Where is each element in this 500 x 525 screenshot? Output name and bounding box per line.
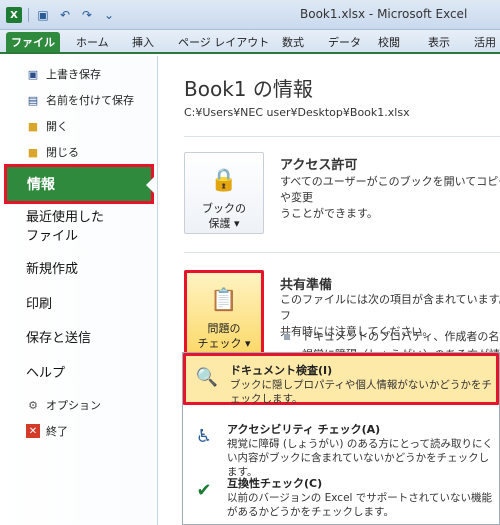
undo-icon[interactable]: ↶ bbox=[57, 7, 73, 23]
menu-item-desc: ブックに隠しプロパティや個人情報がないかどうかをチェックします。 bbox=[230, 379, 492, 405]
nav-close-label: 閉じる bbox=[46, 146, 79, 159]
menu-item-title: ドキュメント検査(I) bbox=[230, 364, 333, 377]
nav-save-send[interactable]: 保存と送信 bbox=[26, 327, 91, 346]
nav-options-label: オプション bbox=[46, 399, 101, 412]
title-bar: X ▣ ↶ ↷ ⌄ Book1.xlsx - Microsoft Excel bbox=[0, 0, 500, 30]
prepare-title: 共有準備 bbox=[280, 278, 333, 293]
exit-icon: ✕ bbox=[26, 424, 40, 438]
nav-help[interactable]: ヘルプ bbox=[26, 362, 65, 381]
nav-print[interactable]: 印刷 bbox=[26, 293, 52, 312]
save-icon[interactable]: ▣ bbox=[35, 7, 51, 23]
options-icon: ⚙ bbox=[28, 398, 38, 412]
menu-item-title: 互換性チェック(C) bbox=[227, 477, 323, 490]
menu-item-desc: 以前のバージョンの Excel でサポートされていない機能があるかどうかをチェッ… bbox=[227, 492, 492, 518]
separator bbox=[28, 8, 29, 22]
nav-save-label: 上書き保存 bbox=[46, 68, 101, 81]
compatibility-check-icon: ✔ bbox=[196, 479, 212, 501]
menu-item-compatibility-check[interactable]: ✔ 互換性チェック(C) 以前のバージョンの Excel でサポートされていない… bbox=[183, 469, 499, 521]
file-path: C:¥Users¥NEC user¥Desktop¥Book1.xlsx bbox=[184, 106, 410, 119]
tab-formulas[interactable]: 数式 bbox=[282, 34, 304, 50]
nav-open[interactable]: ■ 開く bbox=[26, 118, 68, 134]
selected-arrow-icon bbox=[146, 177, 154, 193]
prepare-bullet: ドキュメントのプロパティ、作成者の名前 bbox=[284, 328, 500, 344]
permissions-title: アクセス許可 bbox=[280, 158, 358, 173]
nav-recent[interactable]: 最近使用した ファイル bbox=[26, 208, 104, 246]
divider bbox=[184, 136, 500, 137]
redo-icon[interactable]: ↷ bbox=[79, 7, 95, 23]
menu-item-inspect-document[interactable]: 🔍 ドキュメント検査(I) ブックに隠しプロパティや個人情報がないかどうかをチェ… bbox=[183, 353, 499, 405]
customize-qat-icon[interactable]: ⌄ bbox=[101, 7, 117, 23]
tab-data[interactable]: データ bbox=[328, 34, 361, 50]
ribbon-tabs: ファイル ホーム 挿入 ページ レイアウト 数式 データ 校閲 表示 活用 bbox=[0, 30, 500, 54]
tab-utilize[interactable]: 活用 bbox=[474, 34, 496, 50]
quick-access-toolbar: X ▣ ↶ ↷ ⌄ bbox=[6, 7, 117, 23]
bullet-icon bbox=[284, 334, 290, 340]
nav-info[interactable]: 情報 bbox=[4, 164, 154, 204]
backstage-nav: ▣ 上書き保存 ▤ 名前を付けて保存 ■ 開く ■ 閉じる 情報 最近使用した … bbox=[0, 56, 158, 525]
folder-open-icon: ■ bbox=[27, 119, 39, 133]
lock-key-icon: 🔒 bbox=[210, 167, 238, 193]
checklist-icon: 📋 bbox=[210, 287, 238, 313]
check-issues-button[interactable]: 📋 問題の チェック ▾ bbox=[184, 270, 264, 356]
tab-home[interactable]: ホーム bbox=[76, 34, 109, 50]
bullet-text: ドキュメントのプロパティ、作成者の名前 bbox=[302, 330, 500, 343]
folder-close-icon: ■ bbox=[27, 145, 39, 159]
tab-review[interactable]: 校閲 bbox=[378, 34, 400, 50]
save-icon: ▣ bbox=[27, 67, 39, 81]
nav-options[interactable]: ⚙ オプション bbox=[26, 397, 101, 413]
permissions-text: すべてのユーザーがこのブックを開いてコピーや変更 うことができます。 bbox=[280, 175, 500, 220]
nav-save-as[interactable]: ▤ 名前を付けて保存 bbox=[26, 92, 134, 108]
tab-file[interactable]: ファイル bbox=[6, 32, 60, 52]
tab-insert[interactable]: 挿入 bbox=[132, 34, 154, 50]
menu-item-accessibility-check[interactable]: ♿ アクセシビリティ チェック(A) 視覚に障碍 (しょうがい) のある方にとっ… bbox=[183, 415, 499, 478]
nav-info-label: 情報 bbox=[27, 177, 55, 193]
nav-save[interactable]: ▣ 上書き保存 bbox=[26, 66, 101, 82]
tab-view[interactable]: 表示 bbox=[428, 34, 450, 50]
nav-save-as-label: 名前を付けて保存 bbox=[46, 94, 134, 107]
protect-workbook-label: ブックの 保護 ▾ bbox=[202, 202, 246, 230]
nav-open-label: 開く bbox=[46, 120, 68, 133]
excel-app-icon[interactable]: X bbox=[6, 7, 22, 23]
save-as-icon: ▤ bbox=[27, 93, 39, 107]
check-issues-label: 問題の チェック ▾ bbox=[197, 322, 251, 350]
page-title: Book1 の情報 bbox=[184, 77, 313, 101]
nav-exit-label: 終了 bbox=[46, 425, 68, 438]
menu-item-title: アクセシビリティ チェック(A) bbox=[227, 423, 381, 436]
inspect-document-icon: 🔍 bbox=[195, 366, 219, 388]
nav-new[interactable]: 新規作成 bbox=[26, 258, 78, 277]
accessibility-icon: ♿ bbox=[195, 425, 213, 447]
nav-exit[interactable]: ✕ 終了 bbox=[26, 423, 68, 439]
divider bbox=[184, 252, 500, 253]
tab-page-layout[interactable]: ページ レイアウト bbox=[178, 34, 269, 50]
window-title: Book1.xlsx - Microsoft Excel bbox=[300, 7, 468, 21]
protect-workbook-button[interactable]: 🔒 ブックの 保護 ▾ bbox=[184, 152, 264, 234]
nav-close[interactable]: ■ 閉じる bbox=[26, 144, 79, 160]
check-issues-menu: 🔍 ドキュメント検査(I) ブックに隠しプロパティや個人情報がないかどうかをチェ… bbox=[182, 352, 500, 525]
